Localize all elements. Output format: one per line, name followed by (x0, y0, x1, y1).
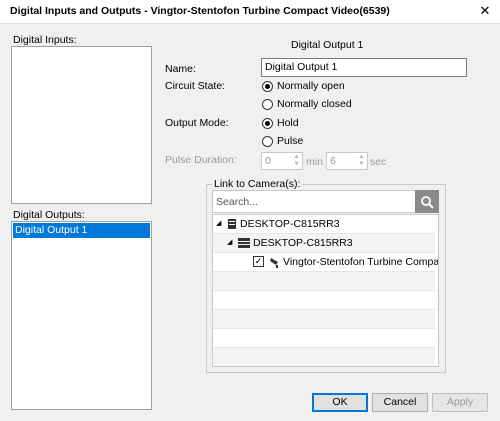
pulse-seconds-value: 6 (330, 155, 336, 167)
tree-item-label: DESKTOP-C815RR3 (240, 218, 340, 230)
close-icon[interactable]: ✕ (477, 3, 493, 19)
normally-open-label: Normally open (277, 80, 345, 92)
digital-inputs-label: Digital Inputs: (13, 34, 77, 46)
hold-label: Hold (277, 117, 299, 129)
recorder-icon (238, 238, 250, 248)
digital-inputs-list[interactable] (11, 46, 152, 204)
list-item[interactable]: Digital Output 1 (13, 223, 150, 238)
list-item-label: Digital Output 1 (15, 224, 88, 236)
server-icon (228, 219, 236, 229)
search-icon (421, 196, 434, 209)
stepper-arrows-icon[interactable]: ▲ ▼ (357, 154, 366, 168)
tree-item-label: DESKTOP-C815RR3 (253, 237, 353, 249)
pulse-seconds-unit: sec (370, 156, 387, 168)
apply-button[interactable]: Apply (432, 393, 488, 412)
pulse-minutes-value: 0 (265, 155, 271, 167)
camera-search-input[interactable]: Search... (212, 190, 439, 213)
pulse-seconds-stepper[interactable]: 6 ▲ ▼ (326, 152, 368, 170)
camera-tree[interactable]: ◢ DESKTOP-C815RR3 ◢ DESKTOP-C815RR3 ✓ Vi… (212, 214, 439, 367)
tree-row[interactable]: ◢ DESKTOP-C815RR3 (213, 234, 435, 253)
name-field-value: Digital Output 1 (265, 61, 338, 73)
normally-closed-radio[interactable] (262, 99, 273, 110)
pulse-radio[interactable] (262, 136, 273, 147)
camera-checkbox[interactable]: ✓ (253, 256, 264, 267)
expand-arrow-icon[interactable]: ◢ (227, 238, 232, 246)
page-title: Digital Output 1 (291, 39, 364, 51)
stepper-arrows-icon[interactable]: ▲ ▼ (292, 154, 301, 168)
expand-arrow-icon[interactable]: ◢ (216, 219, 221, 227)
search-button[interactable] (415, 190, 439, 213)
tree-row (213, 310, 435, 329)
pulse-minutes-stepper[interactable]: 0 ▲ ▼ (261, 152, 303, 170)
camera-link-label: Link to Camera(s): (212, 178, 303, 190)
normally-open-radio[interactable] (262, 81, 273, 92)
tree-row (213, 348, 435, 366)
digital-outputs-label: Digital Outputs: (13, 209, 85, 221)
camera-icon (270, 258, 278, 268)
tree-row (213, 291, 435, 310)
title-bar: Digital Inputs and Outputs - Vingtor-Ste… (0, 0, 500, 24)
pulse-minutes-unit: min (306, 156, 323, 168)
circuit-state-label: Circuit State: (165, 80, 226, 92)
window-title: Digital Inputs and Outputs - Vingtor-Ste… (10, 5, 390, 17)
tree-row[interactable]: ✓ Vingtor-Stentofon Turbine Compact (213, 253, 438, 272)
name-field[interactable]: Digital Output 1 (261, 58, 467, 77)
pulse-label: Pulse (277, 135, 304, 147)
name-label: Name: (165, 63, 196, 75)
hold-radio[interactable] (262, 118, 273, 129)
tree-item-label: Vingtor-Stentofon Turbine Compact (283, 256, 439, 268)
search-placeholder: Search... (216, 196, 259, 208)
tree-row (213, 272, 435, 291)
pulse-duration-label: Pulse Duration: (165, 154, 237, 166)
cancel-button[interactable]: Cancel (372, 393, 428, 412)
normally-closed-label: Normally closed (277, 98, 352, 110)
output-mode-label: Output Mode: (165, 117, 229, 129)
tree-row[interactable]: ◢ DESKTOP-C815RR3 (213, 215, 435, 234)
tree-row (213, 329, 435, 348)
ok-button[interactable]: OK (312, 393, 368, 412)
digital-outputs-list[interactable]: Digital Output 1 (11, 221, 152, 410)
